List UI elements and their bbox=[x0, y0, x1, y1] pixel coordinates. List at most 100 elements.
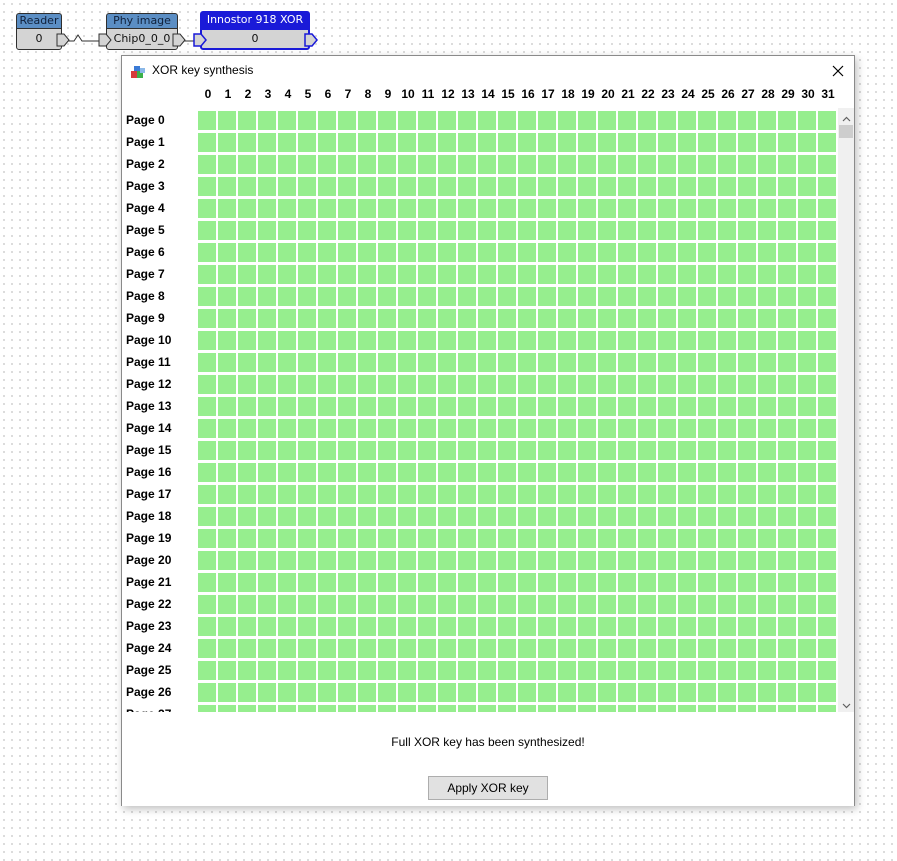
key-byte-cell[interactable] bbox=[218, 287, 236, 306]
key-byte-cell[interactable] bbox=[458, 463, 476, 482]
key-byte-cell[interactable] bbox=[438, 441, 456, 460]
key-byte-cell[interactable] bbox=[598, 551, 616, 570]
key-byte-cell[interactable] bbox=[258, 595, 276, 614]
key-byte-cell[interactable] bbox=[218, 485, 236, 504]
key-byte-cell[interactable] bbox=[218, 155, 236, 174]
key-byte-cell[interactable] bbox=[338, 155, 356, 174]
key-byte-cell[interactable] bbox=[638, 375, 656, 394]
key-byte-cell[interactable] bbox=[678, 683, 696, 702]
key-byte-cell[interactable] bbox=[278, 331, 296, 350]
key-byte-cell[interactable] bbox=[398, 683, 416, 702]
key-byte-cell[interactable] bbox=[758, 705, 776, 712]
key-byte-cell[interactable] bbox=[738, 595, 756, 614]
key-byte-cell[interactable] bbox=[678, 133, 696, 152]
key-byte-cell[interactable] bbox=[558, 221, 576, 240]
key-byte-cell[interactable] bbox=[458, 419, 476, 438]
key-byte-cell[interactable] bbox=[338, 485, 356, 504]
key-byte-cell[interactable] bbox=[438, 639, 456, 658]
dialog-titlebar[interactable]: XOR key synthesis bbox=[122, 56, 854, 86]
key-byte-cell[interactable] bbox=[618, 419, 636, 438]
key-byte-cell[interactable] bbox=[458, 243, 476, 262]
key-byte-cell[interactable] bbox=[818, 221, 836, 240]
key-byte-cell[interactable] bbox=[738, 683, 756, 702]
key-byte-cell[interactable] bbox=[818, 177, 836, 196]
key-byte-cell[interactable] bbox=[218, 683, 236, 702]
key-byte-cell[interactable] bbox=[718, 177, 736, 196]
key-byte-cell[interactable] bbox=[298, 529, 316, 548]
key-byte-cell[interactable] bbox=[738, 375, 756, 394]
key-byte-cell[interactable] bbox=[818, 573, 836, 592]
key-byte-cell[interactable] bbox=[638, 397, 656, 416]
key-byte-cell[interactable] bbox=[698, 375, 716, 394]
key-byte-cell[interactable] bbox=[358, 419, 376, 438]
key-byte-cell[interactable] bbox=[818, 551, 836, 570]
key-byte-cell[interactable] bbox=[478, 507, 496, 526]
key-byte-cell[interactable] bbox=[618, 683, 636, 702]
key-byte-cell[interactable] bbox=[338, 507, 356, 526]
key-byte-cell[interactable] bbox=[778, 573, 796, 592]
key-byte-cell[interactable] bbox=[198, 595, 216, 614]
key-byte-cell[interactable] bbox=[458, 529, 476, 548]
key-byte-cell[interactable] bbox=[198, 551, 216, 570]
key-byte-cell[interactable] bbox=[578, 133, 596, 152]
key-byte-cell[interactable] bbox=[538, 507, 556, 526]
key-byte-cell[interactable] bbox=[218, 507, 236, 526]
key-byte-cell[interactable] bbox=[758, 617, 776, 636]
key-byte-cell[interactable] bbox=[418, 199, 436, 218]
key-byte-cell[interactable] bbox=[698, 485, 716, 504]
key-byte-cell[interactable] bbox=[218, 265, 236, 284]
key-byte-cell[interactable] bbox=[438, 111, 456, 130]
key-byte-cell[interactable] bbox=[298, 155, 316, 174]
key-byte-cell[interactable] bbox=[698, 441, 716, 460]
key-byte-cell[interactable] bbox=[758, 683, 776, 702]
key-byte-cell[interactable] bbox=[718, 573, 736, 592]
key-byte-cell[interactable] bbox=[498, 705, 516, 712]
key-byte-cell[interactable] bbox=[318, 485, 336, 504]
key-byte-cell[interactable] bbox=[738, 287, 756, 306]
key-byte-cell[interactable] bbox=[258, 705, 276, 712]
key-byte-cell[interactable] bbox=[258, 529, 276, 548]
key-byte-cell[interactable] bbox=[738, 463, 756, 482]
key-byte-cell[interactable] bbox=[298, 485, 316, 504]
key-byte-cell[interactable] bbox=[478, 441, 496, 460]
key-byte-cell[interactable] bbox=[638, 287, 656, 306]
key-byte-cell[interactable] bbox=[458, 617, 476, 636]
key-byte-cell[interactable] bbox=[318, 287, 336, 306]
key-byte-cell[interactable] bbox=[418, 441, 436, 460]
key-byte-cell[interactable] bbox=[718, 683, 736, 702]
key-byte-cell[interactable] bbox=[518, 463, 536, 482]
key-byte-cell[interactable] bbox=[398, 397, 416, 416]
key-byte-cell[interactable] bbox=[818, 243, 836, 262]
key-byte-cell[interactable] bbox=[538, 573, 556, 592]
key-byte-cell[interactable] bbox=[498, 177, 516, 196]
key-byte-cell[interactable] bbox=[338, 639, 356, 658]
key-byte-cell[interactable] bbox=[538, 133, 556, 152]
key-byte-cell[interactable] bbox=[398, 441, 416, 460]
output-port-icon[interactable] bbox=[56, 33, 70, 47]
key-byte-cell[interactable] bbox=[418, 111, 436, 130]
key-byte-cell[interactable] bbox=[578, 309, 596, 328]
key-byte-cell[interactable] bbox=[758, 177, 776, 196]
key-byte-cell[interactable] bbox=[578, 661, 596, 680]
key-byte-cell[interactable] bbox=[818, 331, 836, 350]
key-byte-cell[interactable] bbox=[798, 595, 816, 614]
key-byte-cell[interactable] bbox=[438, 485, 456, 504]
key-byte-cell[interactable] bbox=[638, 661, 656, 680]
key-byte-cell[interactable] bbox=[738, 177, 756, 196]
key-byte-cell[interactable] bbox=[238, 221, 256, 240]
key-byte-cell[interactable] bbox=[538, 353, 556, 372]
key-byte-cell[interactable] bbox=[798, 617, 816, 636]
key-byte-cell[interactable] bbox=[318, 441, 336, 460]
key-byte-cell[interactable] bbox=[378, 243, 396, 262]
key-byte-cell[interactable] bbox=[558, 309, 576, 328]
key-byte-cell[interactable] bbox=[638, 573, 656, 592]
key-byte-cell[interactable] bbox=[818, 397, 836, 416]
key-byte-cell[interactable] bbox=[698, 155, 716, 174]
key-byte-cell[interactable] bbox=[598, 199, 616, 218]
key-byte-cell[interactable] bbox=[358, 705, 376, 712]
key-byte-cell[interactable] bbox=[798, 353, 816, 372]
key-byte-cell[interactable] bbox=[698, 683, 716, 702]
key-byte-cell[interactable] bbox=[258, 485, 276, 504]
key-byte-cell[interactable] bbox=[718, 397, 736, 416]
key-byte-cell[interactable] bbox=[798, 683, 816, 702]
